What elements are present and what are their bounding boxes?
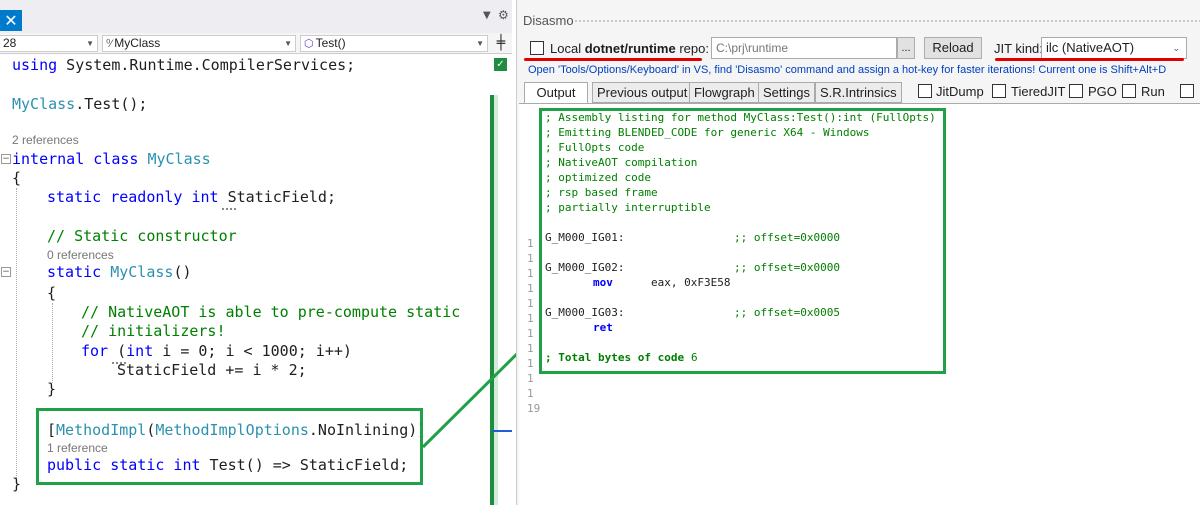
local-repo-checkbox[interactable] — [530, 41, 544, 55]
code-line-ctor: static MyClass() — [47, 263, 192, 281]
code-line-class: internal class MyClass — [12, 150, 211, 168]
class-icon: ⁰⁄ — [106, 38, 113, 50]
member-combo[interactable]: ⬡ Test() ▼ — [300, 35, 488, 52]
dropdown-icon: ▼ — [476, 39, 484, 48]
code-line-assign: StaticField += i * 2; — [117, 361, 307, 379]
tab-settings[interactable]: Settings — [758, 82, 815, 103]
indent-guide — [52, 303, 53, 383]
code-line-field: static readonly int StaticField; — [47, 188, 336, 206]
close-icon[interactable]: ✕ — [0, 10, 22, 31]
panel-title: Disasmo — [523, 13, 574, 28]
saved-changes-margin — [490, 95, 494, 505]
code-line-comment-1: // NativeAOT is able to pre-compute stat… — [81, 303, 461, 321]
split-icon[interactable]: ╪ — [490, 33, 512, 54]
tab-intrinsics[interactable]: S.R.Intrinsics — [815, 82, 902, 103]
jit-kind-select[interactable]: ilc (NativeAOT) ⌄ — [1041, 37, 1187, 59]
pgo-checkbox[interactable] — [1069, 84, 1083, 98]
dropdown-icon: ▼ — [86, 39, 94, 48]
red-underline — [995, 58, 1184, 61]
output-textbox[interactable]: 111 111 111 1 1 19 ; Assembly listing for … — [519, 103, 1200, 505]
collapse-icon[interactable]: − — [1, 267, 11, 277]
navigation-bar: 28 ▼ ⁰⁄ MyClass ▼ ⬡ Test() ▼ — [0, 33, 512, 54]
codelens-references[interactable]: 2 references — [12, 133, 79, 147]
jit-kind-label: JIT kind: — [994, 41, 1043, 56]
checkmark-icon: ✓ — [494, 58, 507, 71]
jitdump-checkbox[interactable] — [918, 84, 932, 98]
method-highlight-box — [36, 408, 423, 485]
change-tracking-margin — [494, 95, 498, 505]
project-combo-value: 28 — [3, 36, 17, 50]
panel-title-bar: Disasmo — [517, 10, 1200, 30]
jit-kind-value: ilc (NativeAOT) — [1046, 40, 1135, 55]
document-tab-strip: ✕ ▼ ⚙ — [0, 0, 512, 33]
tab-output[interactable]: Output — [524, 82, 588, 104]
asm-highlight-box — [539, 108, 946, 374]
type-combo[interactable]: ⁰⁄ MyClass ▼ — [102, 35, 296, 52]
codelens-references[interactable]: 0 references — [47, 248, 114, 262]
collapse-icon[interactable]: − — [1, 154, 11, 164]
code-line-call: MyClass.Test(); — [12, 95, 148, 113]
code-line-ctor-close: } — [47, 380, 57, 398]
tieredjit-checkbox[interactable] — [992, 84, 1006, 98]
red-underline — [524, 58, 702, 61]
run-checkbox[interactable] — [1122, 84, 1136, 98]
reload-button[interactable]: Reload — [924, 37, 982, 59]
tab-previous-output[interactable]: Previous output — [592, 82, 693, 103]
tab-dropdown-icon[interactable]: ▼ — [483, 10, 491, 21]
title-grip[interactable] — [574, 19, 1200, 24]
code-line-using: using System.Runtime.CompilerServices; — [12, 56, 356, 74]
browse-button[interactable]: ... — [897, 37, 915, 59]
code-line-comment-ctor: // Static constructor — [47, 227, 237, 245]
tab-flowgraph[interactable]: Flowgraph — [689, 82, 760, 103]
suggestion-dots — [222, 208, 236, 210]
code-editor: ✕ ▼ ⚙ 28 ▼ ⁰⁄ MyClass ▼ ⬡ Test() ▼ ╪ ✓ usi… — [0, 0, 512, 505]
caret-marker — [492, 430, 512, 432]
indent-guide — [16, 188, 17, 478]
run-label: Run — [1141, 84, 1165, 99]
code-line-brace-close: } — [12, 475, 22, 493]
pgo-label: PGO — [1088, 84, 1117, 99]
code-line-comment-2: // initializers! — [81, 322, 226, 340]
jitdump-label: JitDump — [936, 84, 984, 99]
project-combo[interactable]: 28 ▼ — [0, 35, 98, 52]
tieredjit-label: TieredJIT — [1011, 84, 1066, 99]
code-line-for: for (int i = 0; i < 1000; i++) — [81, 342, 352, 360]
method-icon: ⬡ — [304, 38, 314, 50]
disasmo-panel: Disasmo Local dotnet/runtime repo: C:\pr… — [516, 0, 1200, 505]
repo-path-input[interactable]: C:\prj\runtime — [711, 37, 897, 59]
local-repo-label: Local dotnet/runtime repo: — [550, 41, 709, 56]
code-line-ctor-open: { — [47, 284, 57, 302]
chevron-down-icon: ⌄ — [1172, 43, 1180, 53]
code-line-brace: { — [12, 169, 22, 187]
hotkey-hint: Open 'Tools/Options/Keyboard' in VS, fin… — [528, 64, 1167, 76]
dropdown-icon: ▼ — [284, 39, 292, 48]
type-combo-value: MyClass — [114, 36, 161, 50]
gear-icon[interactable]: ⚙ — [498, 8, 509, 22]
d-checkbox[interactable] — [1180, 84, 1194, 98]
member-combo-value: Test() — [315, 36, 346, 50]
